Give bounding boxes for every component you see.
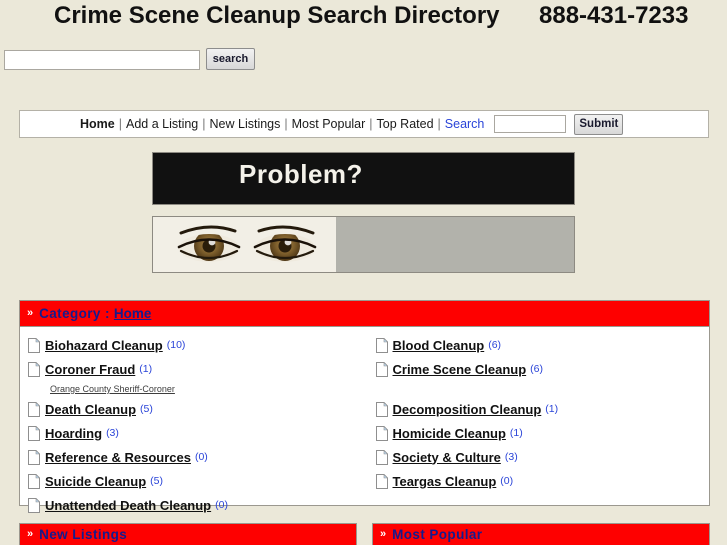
nav-item-home[interactable]: Home [80, 117, 119, 131]
phone-number: 888-431-7233 [539, 2, 689, 29]
chevron-right-icon: » [27, 307, 34, 319]
chevron-right-icon: » [380, 528, 387, 540]
problem-banner: Problem? [152, 152, 575, 205]
category-link[interactable]: Teargas Cleanup [393, 474, 497, 489]
category-link[interactable]: Blood Cleanup [393, 338, 485, 353]
list-item[interactable]: Unattended Death Cleanup (0) [28, 493, 365, 517]
nav-search-input[interactable] [494, 115, 567, 133]
breadcrumb-home-link[interactable]: Home [114, 306, 152, 321]
nav-item-most-popular[interactable]: Most Popular [288, 117, 370, 131]
category-link[interactable]: Suicide Cleanup [45, 474, 146, 489]
category-count: (0) [500, 475, 514, 487]
document-icon [28, 337, 40, 353]
category-count: (3) [504, 451, 518, 463]
category-column-left: Biohazard Cleanup (10) Coroner Fraud (1)… [20, 333, 365, 517]
list-item[interactable]: Orange County Sheriff-Coroner [28, 381, 365, 397]
document-icon [375, 425, 388, 441]
list-item[interactable]: Teargas Cleanup (0) [375, 469, 710, 493]
nav-item-top-rated[interactable]: Top Rated [373, 117, 438, 131]
nav-item-new-listings[interactable]: New Listings [206, 117, 285, 131]
new-listings-label: New Listings [39, 527, 128, 542]
category-link[interactable]: Coroner Fraud [45, 362, 135, 377]
search-input[interactable] [4, 50, 200, 70]
most-popular-panel-header: » Most Popular [372, 523, 710, 545]
category-count: (5) [150, 475, 163, 487]
main-navigation: Home | Add a Listing | New Listings | Mo… [19, 110, 709, 138]
chevron-right-icon: » [27, 528, 34, 540]
nav-item-add-a-listing[interactable]: Add a Listing [122, 117, 202, 131]
category-count: (6) [530, 363, 543, 375]
category-count: (1) [545, 403, 559, 415]
document-icon [28, 497, 40, 513]
list-item[interactable]: Suicide Cleanup (5) [28, 469, 365, 493]
document-icon [28, 361, 40, 377]
page-title: Crime Scene Cleanup Search Directory [54, 2, 500, 29]
category-count: (0) [215, 499, 228, 511]
category-count: (6) [488, 339, 502, 351]
category-link[interactable]: Death Cleanup [45, 402, 136, 417]
document-icon [375, 449, 388, 465]
column-spacer [376, 381, 710, 397]
category-header-bar: » Category : Home [20, 301, 709, 327]
category-link[interactable]: Biohazard Cleanup [45, 338, 163, 353]
list-item[interactable]: Society & Culture (3) [375, 445, 710, 469]
category-link[interactable]: Crime Scene Cleanup [393, 362, 527, 377]
category-link[interactable]: Reference & Resources [45, 450, 191, 465]
category-count: (5) [140, 403, 153, 415]
category-link[interactable]: Society & Culture [393, 450, 501, 465]
category-count: (3) [106, 427, 119, 439]
document-icon [28, 401, 40, 417]
nav-items-container: Home | Add a Listing | New Listings | Mo… [80, 111, 624, 137]
category-count: (1) [139, 363, 153, 375]
document-icon [375, 361, 388, 377]
top-search-bar: search [0, 48, 727, 76]
category-count: (10) [166, 339, 186, 351]
category-link[interactable]: Homicide Cleanup [393, 426, 506, 441]
list-item[interactable]: Blood Cleanup (6) [375, 333, 710, 357]
category-label: Category : [39, 306, 110, 321]
category-column-right: Blood Cleanup (6) Crime Scene Cleanup (6… [365, 333, 710, 517]
page-header: Crime Scene Cleanup Search Directory 888… [0, 0, 727, 38]
search-button[interactable]: search [206, 48, 255, 70]
document-icon [28, 425, 40, 441]
category-link[interactable]: Decomposition Cleanup [393, 402, 542, 417]
category-panel: » Category : Home Biohazard Cleanup (10)… [19, 300, 710, 513]
category-link[interactable]: Unattended Death Cleanup [45, 498, 211, 513]
category-count: (1) [509, 427, 523, 439]
nav-submit-button[interactable]: Submit [574, 113, 624, 135]
problem-banner-text: Problem? [239, 159, 363, 189]
most-popular-label: Most Popular [392, 527, 483, 542]
eyes-image-strip [152, 216, 575, 273]
list-item[interactable]: Reference & Resources (0) [28, 445, 365, 469]
nav-item-search[interactable]: Search [441, 117, 489, 131]
list-item[interactable]: Crime Scene Cleanup (6) [375, 357, 710, 381]
subcategory-link[interactable]: Orange County Sheriff-Coroner [50, 384, 175, 394]
document-icon [375, 473, 388, 489]
list-item[interactable]: Decomposition Cleanup (1) [375, 397, 710, 421]
document-icon [28, 473, 40, 489]
list-item[interactable]: Hoarding (3) [28, 421, 365, 445]
new-listings-panel-header: » New Listings [19, 523, 357, 545]
category-link[interactable]: Hoarding [45, 426, 102, 441]
category-columns: Biohazard Cleanup (10) Coroner Fraud (1)… [20, 327, 709, 517]
document-icon [375, 337, 388, 353]
document-icon [28, 449, 40, 465]
list-item[interactable]: Biohazard Cleanup (10) [28, 333, 365, 357]
eyes-image-pane [153, 217, 336, 272]
category-count: (0) [194, 451, 208, 463]
document-icon [375, 401, 388, 417]
eyes-icon [177, 225, 317, 262]
list-item[interactable]: Coroner Fraud (1) [28, 357, 365, 381]
list-item[interactable]: Death Cleanup (5) [28, 397, 365, 421]
list-item[interactable]: Homicide Cleanup (1) [375, 421, 710, 445]
